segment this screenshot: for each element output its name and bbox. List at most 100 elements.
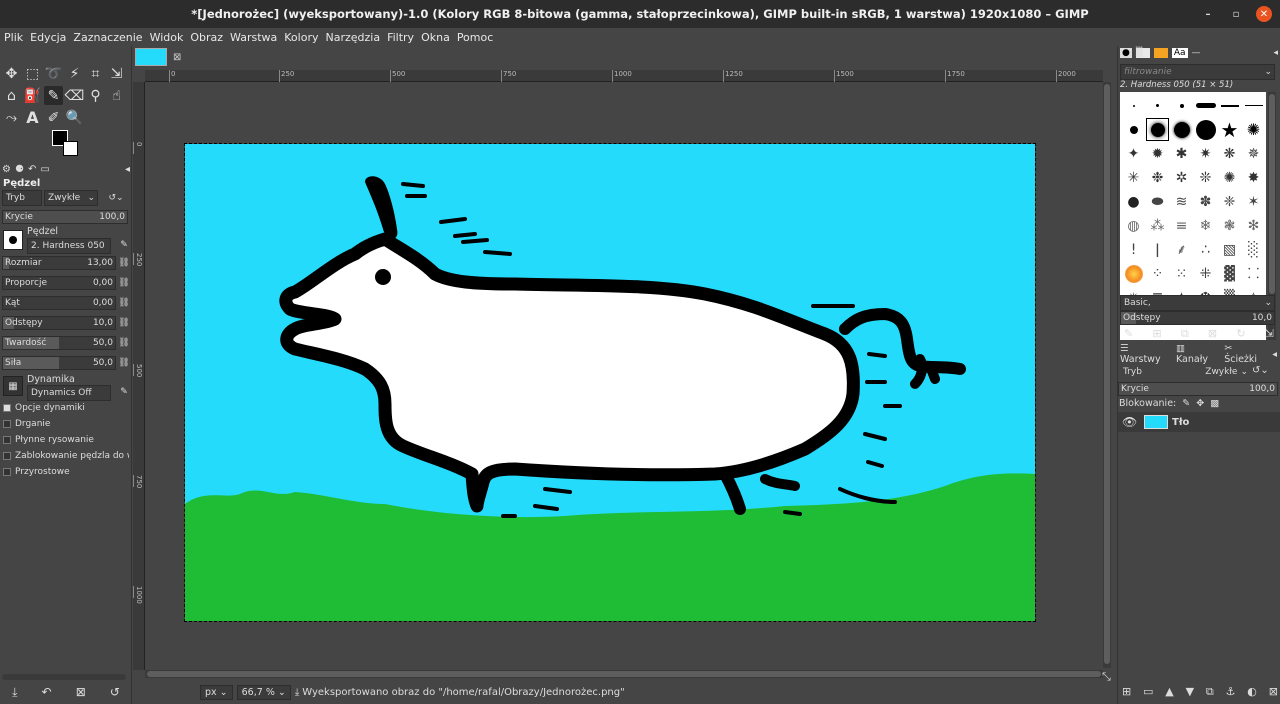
brush-edit-icon[interactable]: ✎ [118, 238, 130, 252]
color-picker-tool-icon[interactable]: ✐ [44, 108, 63, 127]
menu-filtry[interactable]: Filtry [387, 31, 414, 44]
eye-visibility-icon[interactable]: 👁 [1122, 415, 1137, 429]
menu-pomoc[interactable]: Pomoc [457, 31, 493, 44]
horizontal-scrollbar[interactable] [145, 670, 1103, 678]
dynamics-edit-icon[interactable]: ✎ [118, 385, 130, 399]
maximize-button[interactable]: ▫ [1228, 6, 1244, 22]
delete-layer-icon[interactable]: ⊠ [1269, 685, 1278, 699]
background-color-swatch[interactable] [63, 141, 78, 156]
eraser-tool-icon[interactable]: ⌫ [65, 86, 85, 105]
brush-item[interactable]: ⬬ [1146, 190, 1169, 213]
brush-item[interactable]: ● [1122, 190, 1145, 213]
fg-bg-colors[interactable] [52, 130, 80, 158]
brush-item[interactable]: ⁘ [1146, 262, 1169, 285]
layers-dock-menu-icon[interactable]: ◂ [1272, 349, 1277, 360]
paths-tool-icon[interactable]: ⤳ [2, 108, 21, 127]
brush-item[interactable]: ⁜ [1194, 262, 1217, 285]
brush-item[interactable]: ✱ [1170, 142, 1193, 165]
lock-position-icon[interactable]: ✥ [1196, 398, 1204, 409]
mask-layer-icon[interactable]: ◐ [1247, 685, 1257, 699]
more-tabs-icon[interactable]: — [1192, 48, 1201, 58]
brush-item[interactable]: ❉ [1146, 166, 1169, 189]
brush-item[interactable]: ▧ [1218, 238, 1241, 261]
brush-item[interactable]: ✻ [1242, 214, 1265, 237]
restore-options-icon[interactable]: ↶ [42, 685, 52, 699]
text-tool-icon[interactable]: A [23, 108, 42, 127]
horizontal-ruler[interactable]: 0 250 500 750 1000 1250 1500 1750 2000 [145, 70, 1103, 82]
image-canvas[interactable] [184, 143, 1036, 622]
anchor-layer-icon[interactable]: ⚓ [1226, 685, 1236, 699]
brush-item[interactable]: ǀ [1146, 238, 1169, 261]
brush-item[interactable]: ✸ [1242, 166, 1265, 189]
lower-layer-icon[interactable]: ▼ [1186, 685, 1194, 699]
tab-layers[interactable]: ☰ Warstwy [1120, 343, 1170, 365]
brush-spacing-slider[interactable]: Odstępy 10,0 [1120, 311, 1275, 325]
jitter-check[interactable]: Drganie [3, 417, 131, 431]
transform-tool-icon[interactable]: ⇲ [107, 64, 126, 83]
angle-slider[interactable]: Kąt 0,00 [2, 296, 116, 310]
clone-tool-icon[interactable]: ⚲ [86, 86, 105, 105]
tab-channels[interactable]: ▥ Kanały [1176, 343, 1218, 365]
menu-okna[interactable]: Okna [421, 31, 450, 44]
brush-item[interactable]: ✷ [1194, 142, 1217, 165]
brush-item[interactable] [1194, 118, 1217, 141]
layer-mode-select[interactable]: Zwykłe ⌄ [1162, 364, 1248, 380]
image-tab-thumbnail[interactable] [135, 48, 167, 66]
lock-brush-check[interactable]: Zablokowanie pędzla do widoku [3, 449, 131, 463]
menu-edycja[interactable]: Edycja [30, 31, 66, 44]
brush-item[interactable]: ❃ [1218, 214, 1241, 237]
force-link-icon[interactable]: ⛓ [118, 356, 130, 370]
brush-item[interactable] [1242, 94, 1265, 117]
reset-options-icon[interactable]: ↺ [110, 685, 120, 699]
brush-item[interactable]: ✺ [1218, 166, 1241, 189]
dynamics-options-check[interactable]: Opcje dynamiki [3, 401, 131, 415]
tab-paths[interactable]: ✂ Ścieżki [1224, 343, 1266, 365]
brush-item[interactable]: ✦ [1122, 142, 1145, 165]
gradients-tab-icon[interactable] [1153, 48, 1168, 58]
brush-item[interactable]: ✲ [1170, 166, 1193, 189]
vertical-ruler[interactable]: 0 250 500 750 1000 [133, 82, 145, 670]
delete-brush-icon[interactable]: ⊠ [1208, 327, 1217, 341]
brush-item[interactable]: ❊ [1194, 166, 1217, 189]
brush-item[interactable]: ≋ [1170, 190, 1193, 213]
brush-item[interactable]: ✳ [1122, 166, 1145, 189]
brush-item[interactable]: ❋ [1218, 142, 1241, 165]
lock-alpha-icon[interactable]: ▩ [1210, 398, 1219, 409]
brush-item[interactable]: ✽ [1194, 190, 1217, 213]
new-brush-icon[interactable]: ⊞ [1152, 327, 1161, 341]
duplicate-brush-icon[interactable]: ⧉ [1181, 327, 1189, 341]
close-tab-icon[interactable]: ⊠ [173, 52, 181, 63]
brush-preset-select[interactable]: Basic, ⌄ [1120, 295, 1275, 311]
smudge-tool-icon[interactable]: ☝ [107, 86, 126, 105]
brush-item[interactable]: ✺ [1242, 118, 1265, 141]
save-options-icon[interactable]: ⤓ [12, 685, 17, 700]
new-group-icon[interactable]: ▭ [1143, 685, 1153, 699]
unit-select[interactable]: px ⌄ [200, 684, 233, 700]
hardness-link-icon[interactable]: ⛓ [118, 336, 130, 350]
ratio-slider[interactable]: Proporcje 0,00 [2, 276, 116, 290]
vertical-scrollbar[interactable] [1103, 82, 1111, 668]
spacing-slider[interactable]: Odstępy 10,0 [2, 316, 116, 330]
brush-item[interactable]: ✵ [1242, 142, 1265, 165]
brush-item[interactable]: ◍ [1122, 214, 1145, 237]
raise-layer-icon[interactable]: ▲ [1165, 685, 1173, 699]
opacity-slider[interactable]: Krycie 100,0 [2, 210, 128, 224]
paintbrush-tool-icon[interactable]: ✎ [44, 86, 63, 105]
smooth-stroke-check[interactable]: Płynne rysowanie [3, 433, 131, 447]
brush-item[interactable]: ⸙ [1170, 238, 1193, 261]
dynamics-select[interactable]: Dynamics Off [27, 385, 111, 401]
brush-item[interactable] [1122, 262, 1145, 285]
minimize-button[interactable]: – [1200, 6, 1216, 22]
fonts-tab-icon[interactable]: Aa [1171, 48, 1188, 58]
menu-kolory[interactable]: Kolory [284, 31, 318, 44]
fuzzy-select-tool-icon[interactable]: ⚡ [65, 64, 84, 83]
menu-warstwa[interactable]: Warstwa [230, 31, 277, 44]
brush-item[interactable]: ▓ [1218, 262, 1241, 285]
menu-plik[interactable]: Plik [4, 31, 23, 44]
bucket-fill-tool-icon[interactable]: ⛽ [23, 86, 42, 105]
delete-options-icon[interactable]: ⊠ [76, 685, 86, 699]
menu-zaznaczenie[interactable]: Zaznaczenie [73, 31, 142, 44]
brush-item[interactable] [1170, 94, 1193, 117]
zoom-select[interactable]: 66,7 % ⌄ [236, 684, 291, 700]
brush-item[interactable] [1122, 94, 1145, 117]
